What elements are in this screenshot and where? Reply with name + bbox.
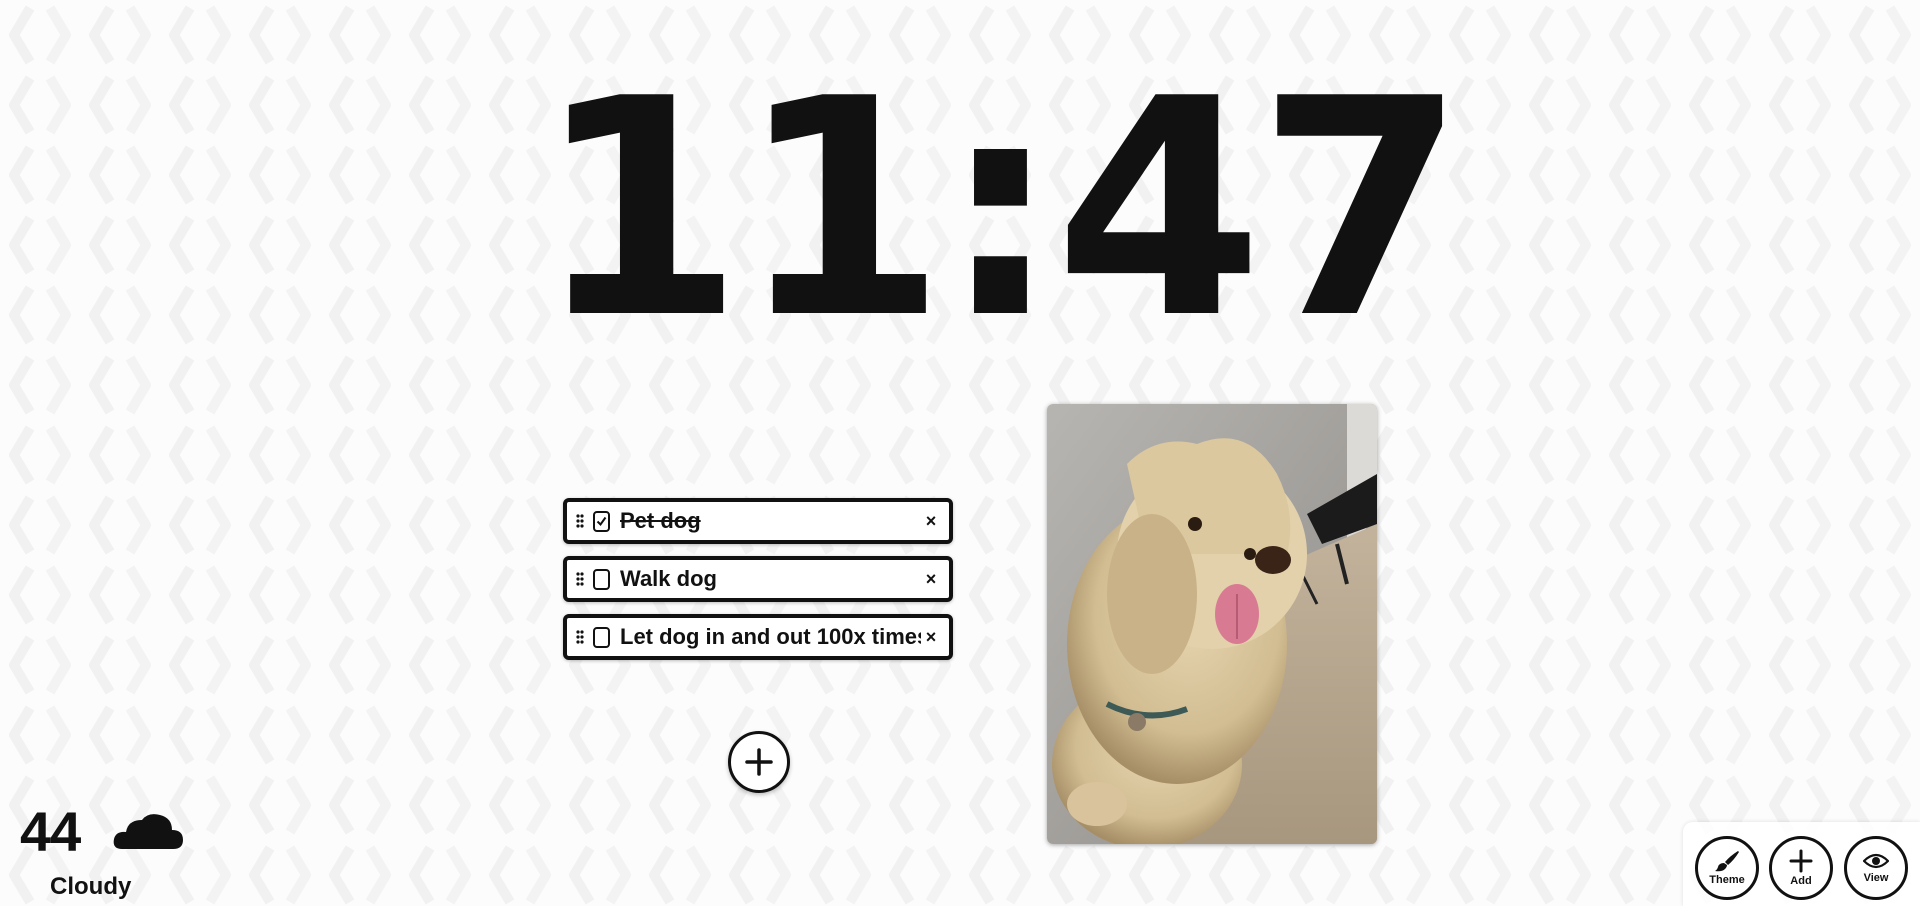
- drag-handle-icon[interactable]: [575, 629, 585, 645]
- plus-icon: [1789, 849, 1813, 873]
- weather-condition: Cloudy: [50, 873, 132, 900]
- view-button[interactable]: View: [1844, 836, 1908, 900]
- plus-icon: [745, 748, 773, 776]
- drag-handle-icon[interactable]: [575, 513, 585, 529]
- weather-temperature: 44: [20, 800, 81, 863]
- drag-handle-icon[interactable]: [575, 571, 585, 587]
- delete-todo-button[interactable]: ×: [921, 569, 941, 590]
- add-label: Add: [1790, 875, 1812, 887]
- weather-widget: 44 Cloudy: [20, 802, 190, 902]
- clock-time: 11:47: [535, 35, 1466, 384]
- controls-panel: Theme Add View: [1683, 822, 1920, 906]
- todo-text[interactable]: Let dog in and out 100x times: [620, 624, 921, 650]
- view-label: View: [1863, 872, 1889, 884]
- delete-todo-button[interactable]: ×: [921, 627, 941, 648]
- todo-checkbox[interactable]: [593, 626, 610, 648]
- add-todo-button[interactable]: [728, 731, 790, 793]
- paintbrush-icon: [1715, 851, 1739, 872]
- todo-item[interactable]: Let dog in and out 100x times ×: [563, 614, 953, 660]
- todo-checkbox-checked[interactable]: [593, 510, 610, 532]
- cloud-icon: [112, 811, 184, 856]
- todo-text[interactable]: Walk dog: [620, 566, 921, 592]
- todo-text[interactable]: Pet dog: [620, 508, 921, 534]
- todo-checkbox[interactable]: [593, 568, 610, 590]
- theme-label: Theme: [1709, 874, 1745, 886]
- todo-list: Pet dog × Walk dog × Let dog in and out …: [563, 498, 953, 672]
- todo-item[interactable]: Pet dog ×: [563, 498, 953, 544]
- checkmark-icon: [596, 516, 607, 526]
- theme-button[interactable]: Theme: [1695, 836, 1759, 900]
- eye-icon: [1863, 853, 1889, 869]
- dog-photo: [1047, 404, 1377, 844]
- add-widget-button[interactable]: Add: [1769, 836, 1833, 900]
- delete-todo-button[interactable]: ×: [921, 511, 941, 532]
- todo-item[interactable]: Walk dog ×: [563, 556, 953, 602]
